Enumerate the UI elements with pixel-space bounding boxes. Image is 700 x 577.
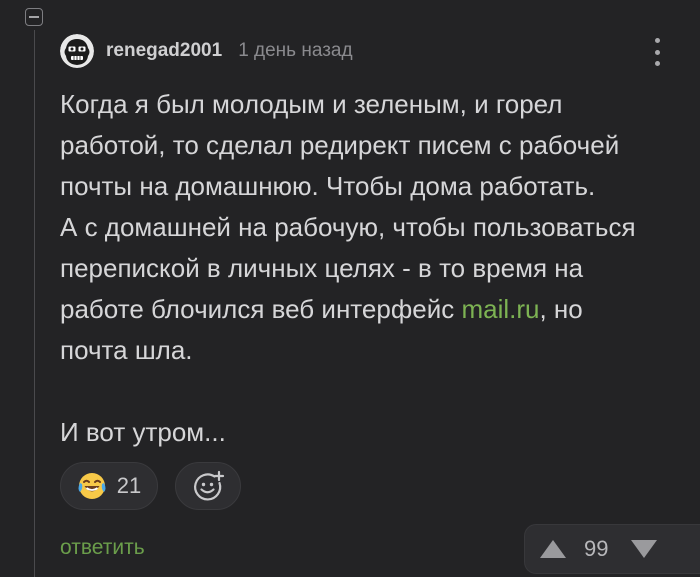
thread-line[interactable] <box>34 30 35 577</box>
comment-header: renegad2001 1 день назад <box>60 34 353 68</box>
comment-line: почты на домашнюю. Чтобы дома работать. <box>60 171 596 201</box>
comment-text: , но <box>539 294 583 324</box>
comment-line: А с домашней на рабочую, чтобы пользоват… <box>60 212 636 242</box>
timestamp[interactable]: 1 день назад <box>238 40 352 62</box>
more-options-icon[interactable] <box>652 38 662 66</box>
comment-line: работой, то сделал редирект писем с рабо… <box>60 130 620 160</box>
avatar[interactable] <box>60 34 94 68</box>
add-reaction-icon <box>194 470 225 501</box>
reaction-count: 21 <box>116 473 142 498</box>
comment-line: И вот утром... <box>60 417 226 447</box>
username[interactable]: renegad2001 <box>106 40 222 62</box>
vote-down-icon[interactable] <box>630 538 658 560</box>
comment-line: перепиской в личных целях - в то время н… <box>60 253 584 283</box>
rating-widget: 99 <box>524 524 700 574</box>
laughing-tears-emoji-icon <box>78 473 106 499</box>
reply-link[interactable]: ответить <box>60 536 145 560</box>
add-reaction-button[interactable] <box>175 462 241 510</box>
collapse-thread-button[interactable] <box>25 8 43 26</box>
comment-line: работе блочился веб интерфейс mail.ru, н… <box>60 289 690 330</box>
rating-value: 99 <box>584 536 609 561</box>
comment-body: Когда я был молодым и зеленым, и горел р… <box>60 84 690 453</box>
reaction-laugh-button[interactable]: 21 <box>60 462 158 510</box>
gorilla-avatar-icon <box>60 34 94 68</box>
comment-line: почта шла. <box>60 335 193 365</box>
mail-ru-link[interactable]: mail.ru <box>461 294 539 324</box>
comment-line: Когда я был молодым и зеленым, и горел <box>60 89 563 119</box>
comment-text: работе блочился веб интерфейс <box>60 294 462 324</box>
vote-up-icon[interactable] <box>539 538 567 560</box>
